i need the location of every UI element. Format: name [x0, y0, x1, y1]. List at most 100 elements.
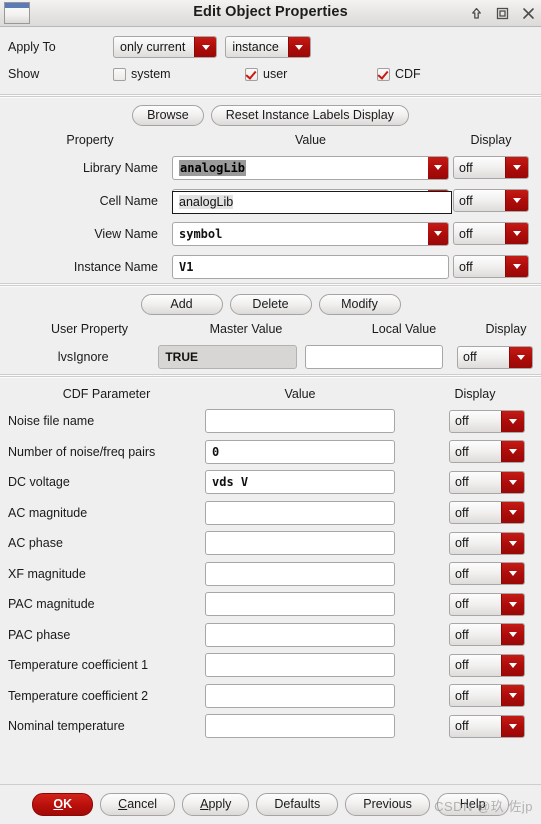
cancel-button[interactable]: Cancel — [100, 793, 176, 816]
cdf-display-dropdown[interactable]: off — [449, 653, 525, 677]
display-value: off — [455, 688, 469, 703]
header-user-property: User Property — [50, 322, 129, 336]
chevron-down-icon — [501, 563, 524, 585]
apply-to-object-dropdown[interactable]: instance — [225, 36, 311, 58]
dialog-body: Apply To only current instance Show syst… — [0, 27, 541, 742]
view-name-input[interactable]: symbol — [172, 221, 449, 246]
defaults-button[interactable]: Defaults — [256, 793, 339, 816]
chevron-down-icon — [505, 157, 528, 178]
edit-object-properties-window: Edit Object Properties Apply To only cur… — [0, 0, 541, 824]
cdf-value-input[interactable] — [205, 714, 395, 739]
cdf-display-dropdown[interactable]: off — [449, 409, 525, 433]
master-value: TRUE — [165, 350, 198, 364]
cdf-value-input[interactable] — [205, 592, 395, 617]
display-dropdown-view-name[interactable]: off — [453, 222, 529, 245]
cdf-display-dropdown[interactable]: off — [449, 562, 525, 586]
close-icon[interactable] — [515, 0, 541, 27]
display-value: off — [455, 505, 469, 520]
apply-to-scope-dropdown[interactable]: only current — [113, 36, 218, 58]
cdf-value-input[interactable] — [205, 653, 395, 678]
header-display: Display — [454, 387, 496, 401]
display-dropdown-library-name[interactable]: off — [453, 156, 529, 179]
shade-up-icon[interactable] — [463, 0, 489, 27]
cdf-value-input[interactable] — [205, 531, 395, 556]
display-dropdown-instance-name[interactable]: off — [453, 255, 529, 278]
display-value: off — [455, 627, 469, 642]
apply-button[interactable]: Apply — [182, 793, 250, 816]
modify-button[interactable]: Modify — [318, 294, 401, 315]
show-checkbox-user[interactable]: user — [245, 67, 368, 81]
cdf-value-input[interactable] — [205, 561, 395, 586]
apply-to-label: Apply To — [8, 40, 56, 54]
cdf-rows: Noise file name off Number of noise/freq… — [0, 406, 541, 742]
ok-button[interactable]: OK — [32, 793, 94, 816]
user-property-buttons: Add Delete Modify — [0, 289, 541, 318]
display-value: off — [455, 566, 469, 581]
display-dropdown-lvsignore[interactable]: off — [457, 345, 534, 369]
user-property-row-lvsignore: lvsIgnore TRUE off — [0, 340, 541, 374]
cdf-label: XF magnitude — [8, 566, 86, 581]
cdf-row: DC voltage vds V off — [0, 467, 541, 498]
window-title: Edit Object Properties — [193, 4, 348, 20]
show-label: Show — [8, 67, 40, 81]
local-value-input[interactable] — [304, 345, 444, 369]
display-value: off — [455, 414, 469, 429]
suggestion-item-analoglib[interactable]: analogLib — [173, 192, 451, 213]
cdf-value-input[interactable] — [205, 622, 395, 647]
maximize-icon[interactable] — [489, 0, 515, 27]
cdf-value-input[interactable] — [205, 683, 395, 708]
chevron-down-icon — [501, 685, 524, 707]
user-property-label: lvsIgnore — [57, 350, 109, 364]
show-checkbox-cdf[interactable]: CDF — [377, 67, 500, 81]
checkbox-icon — [113, 67, 126, 81]
reset-instance-labels-display-button[interactable]: Reset Instance Labels Display — [210, 105, 409, 126]
apply-to-scope-value: only current — [120, 40, 186, 54]
property-label-library-name: Library Name — [82, 160, 158, 175]
cdf-row: PAC phase off — [0, 620, 541, 651]
cdf-row: Temperature coefficient 1 off — [0, 650, 541, 681]
window-controls — [463, 0, 541, 27]
header-cdf-parameter: CDF Parameter — [62, 387, 151, 401]
cdf-display-dropdown[interactable]: off — [449, 531, 525, 555]
cdf-value-input[interactable]: vds V — [205, 470, 395, 495]
chevron-down-icon — [505, 190, 528, 211]
cdf-row: AC magnitude off — [0, 498, 541, 529]
add-button[interactable]: Add — [140, 294, 223, 315]
chevron-down-icon — [505, 256, 528, 277]
cdf-row: Nominal temperature off — [0, 711, 541, 742]
library-name-input[interactable]: analogLib — [172, 155, 449, 180]
show-checkbox-system[interactable]: system — [113, 67, 236, 81]
header-display: Display — [485, 322, 527, 336]
show-checkbox-group: system user CDF — [113, 67, 500, 81]
cdf-value-input[interactable] — [205, 500, 395, 525]
display-dropdown-cell-name[interactable]: off — [453, 189, 529, 212]
chevron-down-icon[interactable] — [428, 222, 448, 245]
cdf-value-input[interactable] — [205, 409, 395, 434]
header-property: Property — [66, 133, 114, 147]
cdf-display-dropdown[interactable]: off — [449, 440, 525, 464]
cdf-display-dropdown[interactable]: off — [449, 470, 525, 494]
cdf-display-dropdown[interactable]: off — [449, 714, 525, 738]
chevron-down-icon — [505, 223, 528, 244]
header-local-value: Local Value — [371, 322, 437, 336]
cdf-row: XF magnitude off — [0, 559, 541, 590]
window-titlebar: Edit Object Properties — [0, 0, 541, 27]
show-checkbox-user-label: user — [263, 67, 288, 81]
display-value: off — [459, 160, 473, 175]
browse-button[interactable]: Browse — [132, 105, 204, 126]
chevron-down-icon[interactable] — [428, 156, 448, 179]
delete-button[interactable]: Delete — [229, 294, 312, 315]
instance-name-input[interactable]: V1 — [172, 254, 449, 279]
display-value: off — [459, 193, 473, 208]
cdf-value-input[interactable]: 0 — [205, 439, 395, 464]
chevron-down-icon — [501, 502, 524, 524]
previous-button[interactable]: Previous — [345, 793, 430, 816]
header-value: Value — [284, 387, 316, 401]
cdf-display-dropdown[interactable]: off — [449, 592, 525, 616]
cdf-display-dropdown[interactable]: off — [449, 684, 525, 708]
cdf-display-dropdown[interactable]: off — [449, 501, 525, 525]
cdf-display-dropdown[interactable]: off — [449, 623, 525, 647]
library-name-suggestion-popup[interactable]: analogLib — [172, 191, 452, 214]
help-button[interactable]: Help — [436, 793, 509, 816]
cdf-value: vds V — [212, 475, 249, 490]
